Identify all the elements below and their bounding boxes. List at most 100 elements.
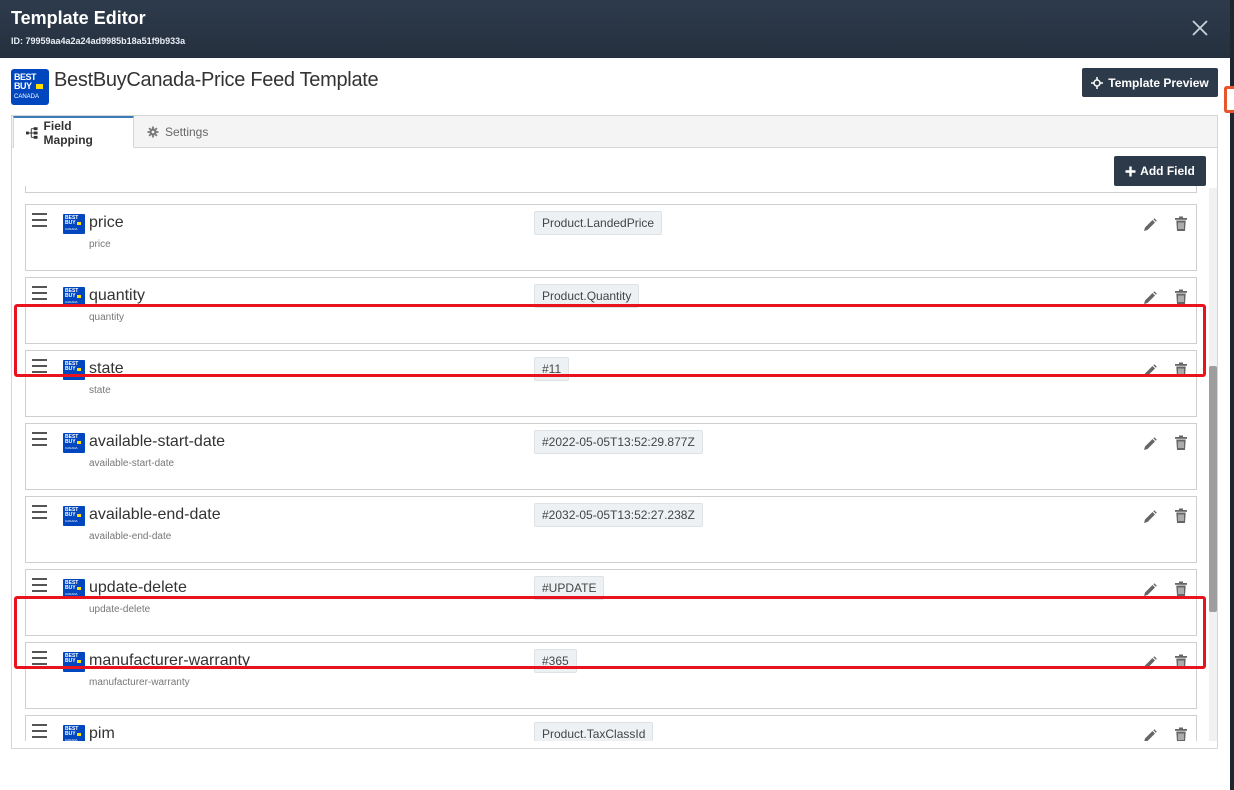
field-mapping-value: #2022-05-05T13:52:29.877Z bbox=[534, 430, 703, 454]
field-name: available-end-date bbox=[89, 506, 221, 523]
pencil-icon[interactable] bbox=[1142, 363, 1158, 379]
field-name: state bbox=[89, 360, 124, 377]
logo-text: BEST BUY bbox=[65, 434, 79, 445]
drag-handle-icon[interactable] bbox=[32, 505, 47, 519]
logo-tag-shape bbox=[77, 295, 81, 298]
field-row-manufacturer-warranty[interactable]: BEST BUY CANADA manufacturer-warranty ma… bbox=[25, 642, 1197, 709]
gear-icon bbox=[147, 126, 159, 138]
field-row-update-delete[interactable]: BEST BUY CANADA update-delete update-del… bbox=[25, 569, 1197, 636]
pencil-icon[interactable] bbox=[1142, 509, 1158, 525]
plus-icon bbox=[1125, 166, 1136, 176]
editor-panel: Field Mapping Settings Add Field BEST BU… bbox=[11, 115, 1218, 749]
sitemap-icon bbox=[26, 126, 38, 139]
template-name: BestBuyCanada-Price Feed Template bbox=[54, 69, 379, 91]
logo-subtext: CANADA bbox=[65, 592, 78, 596]
pencil-icon[interactable] bbox=[1142, 217, 1158, 233]
bestbuy-logo-icon: BEST BUY CANADA bbox=[63, 360, 85, 380]
field-row-partial bbox=[25, 186, 1197, 193]
bestbuy-logo-icon: BEST BUY CANADA bbox=[63, 725, 85, 741]
logo-tag-shape bbox=[77, 441, 81, 444]
logo-subtext: CANADA bbox=[65, 519, 78, 523]
bestbuy-logo-icon: BEST BUY CANADA bbox=[63, 214, 85, 234]
field-list[interactable]: BEST BUY CANADA price price Product.Land… bbox=[12, 186, 1217, 741]
field-subtitle: available-end-date bbox=[89, 531, 172, 542]
logo-text: BEST BUY bbox=[65, 215, 79, 226]
trash-icon[interactable] bbox=[1174, 581, 1188, 597]
field-mapping-value: #2032-05-05T13:52:27.238Z bbox=[534, 503, 703, 527]
field-subtitle: state bbox=[89, 385, 111, 396]
field-mapping-value: #11 bbox=[534, 357, 570, 381]
drag-handle-icon[interactable] bbox=[32, 213, 47, 227]
field-name: quantity bbox=[89, 287, 146, 304]
logo-text: BEST BUY bbox=[65, 653, 79, 664]
field-mapping-value: #UPDATE bbox=[534, 576, 605, 600]
logo-subtext: CANADA bbox=[65, 446, 78, 450]
pencil-icon[interactable] bbox=[1142, 290, 1158, 306]
bestbuy-logo-icon: BEST BUY CANADA bbox=[63, 579, 85, 599]
trash-icon[interactable] bbox=[1174, 508, 1188, 524]
drag-handle-icon[interactable] bbox=[32, 286, 47, 300]
bestbuy-logo-icon: BEST BUY CANADA bbox=[63, 287, 85, 307]
pencil-icon[interactable] bbox=[1142, 582, 1158, 598]
trash-icon[interactable] bbox=[1174, 362, 1188, 378]
add-field-button[interactable]: Add Field bbox=[1114, 156, 1206, 186]
scrollbar-thumb[interactable] bbox=[1209, 366, 1217, 612]
logo-tag-shape bbox=[77, 514, 81, 517]
trash-icon[interactable] bbox=[1174, 654, 1188, 670]
field-name: manufacturer-warranty bbox=[89, 652, 250, 669]
field-row-quantity[interactable]: BEST BUY CANADA quantity quantity Produc… bbox=[25, 277, 1197, 344]
trash-icon[interactable] bbox=[1174, 289, 1188, 305]
tab-label: Field Mapping bbox=[43, 118, 93, 147]
field-mapping-value: Product.Quantity bbox=[534, 284, 640, 308]
template-preview-label: Template Preview bbox=[1108, 75, 1209, 90]
logo-tag-shape bbox=[77, 222, 81, 225]
drag-handle-icon[interactable] bbox=[32, 578, 47, 592]
logo-text: BEST BUY bbox=[65, 288, 79, 299]
field-name: pim bbox=[89, 725, 115, 741]
trash-icon[interactable] bbox=[1174, 435, 1188, 451]
drag-handle-icon[interactable] bbox=[32, 432, 47, 446]
trash-icon[interactable] bbox=[1174, 216, 1188, 232]
field-row-price[interactable]: BEST BUY CANADA price price Product.Land… bbox=[25, 204, 1197, 271]
field-row-state[interactable]: BEST BUY CANADA state state #11 bbox=[25, 350, 1197, 417]
template-id: ID: 79959aa4a2a24ad9985b18a51f9b933a bbox=[11, 36, 186, 46]
logo-tag-shape bbox=[77, 368, 81, 371]
logo-tag-shape bbox=[77, 587, 81, 590]
bestbuy-logo-icon: BEST BUY CANADA bbox=[63, 652, 85, 672]
window-edge bbox=[1230, 0, 1234, 790]
drag-handle-icon[interactable] bbox=[32, 724, 47, 738]
logo-subtext: CANADA bbox=[65, 738, 78, 742]
field-row-available-start-date[interactable]: BEST BUY CANADA available-start-date ava… bbox=[25, 423, 1197, 490]
logo-text: BEST BUY bbox=[65, 361, 79, 372]
logo-text: BEST BUY bbox=[65, 507, 79, 518]
drag-handle-icon[interactable] bbox=[32, 359, 47, 373]
add-field-label: Add Field bbox=[1140, 164, 1195, 178]
logo-tag-shape bbox=[77, 660, 81, 663]
modal-title: Template Editor bbox=[11, 8, 146, 28]
modal-header: Template Editor ID: 79959aa4a2a24ad9985b… bbox=[0, 0, 1230, 58]
field-subtitle: price bbox=[89, 239, 111, 250]
field-subtitle: manufacturer-warranty bbox=[89, 677, 190, 688]
tab-settings[interactable]: Settings bbox=[135, 116, 220, 148]
field-row-pim[interactable]: BEST BUY CANADA pim pim Product.TaxClass… bbox=[25, 715, 1197, 741]
pencil-icon[interactable] bbox=[1142, 436, 1158, 452]
field-name: price bbox=[89, 214, 124, 231]
logo-text: BEST BUY bbox=[65, 726, 79, 737]
field-subtitle: update-delete bbox=[89, 604, 151, 615]
preview-icon bbox=[1091, 76, 1104, 89]
bestbuy-logo-icon: BEST BUY CANADA bbox=[63, 506, 85, 526]
drag-handle-icon[interactable] bbox=[32, 651, 47, 665]
tab-field-mapping[interactable]: Field Mapping bbox=[13, 116, 134, 148]
side-indicator bbox=[1224, 86, 1234, 113]
logo-subtext: CANADA bbox=[65, 300, 78, 304]
logo-subtext: CANADA bbox=[65, 373, 78, 377]
tab-bar: Field Mapping Settings bbox=[12, 116, 1217, 148]
pencil-icon[interactable] bbox=[1142, 728, 1158, 741]
close-icon[interactable] bbox=[1190, 18, 1210, 38]
pencil-icon[interactable] bbox=[1142, 655, 1158, 671]
field-row-available-end-date[interactable]: BEST BUY CANADA available-end-date avail… bbox=[25, 496, 1197, 563]
logo-subtext: CANADA bbox=[14, 94, 40, 100]
trash-icon[interactable] bbox=[1174, 727, 1188, 741]
template-preview-button[interactable]: Template Preview bbox=[1082, 68, 1218, 97]
logo-tag-shape bbox=[36, 84, 43, 89]
